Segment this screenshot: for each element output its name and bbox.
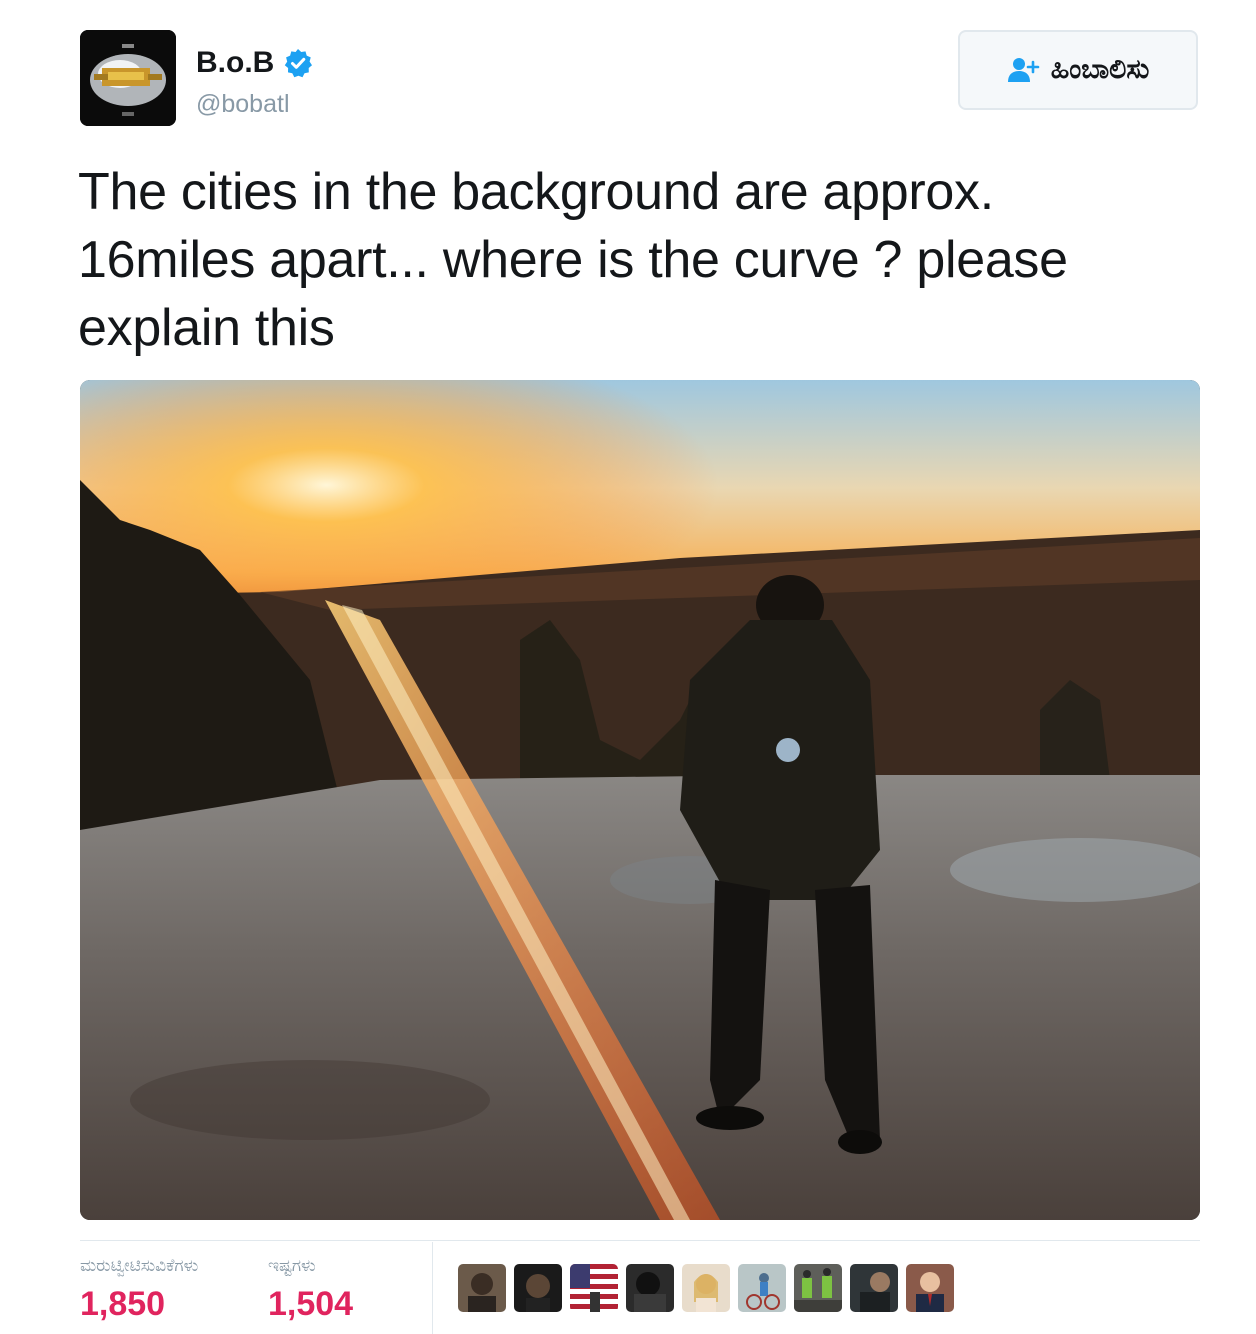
flag-avatar-icon [570,1264,618,1312]
favoriters-list [458,1264,954,1312]
sunset-photo-icon [80,380,1200,1220]
user-handle[interactable]: @bobatl [196,88,290,120]
favoriter-avatar[interactable] [850,1264,898,1312]
profile-avatar[interactable] [80,30,176,126]
favoriter-avatar[interactable] [570,1264,618,1312]
tweet-photo[interactable] [80,380,1200,1220]
stats-divider [80,1240,1200,1241]
likes-label[interactable]: ಇಷ್ಟಗಳು [268,1256,316,1276]
display-name-row[interactable]: B.o.B [196,44,314,82]
follow-button-label: ಹಿಂಬಾಲಿಸು [1050,54,1150,85]
user-avatar-icon [682,1264,730,1312]
user-avatar-icon [626,1264,674,1312]
user-avatar-icon [738,1264,786,1312]
favoriter-avatar[interactable] [458,1264,506,1312]
user-avatar-icon [850,1264,898,1312]
follow-button[interactable]: ಹಿಂಬಾಲಿಸು [958,30,1198,110]
retweets-label[interactable]: ಮರುಟ್ವೀಟಿಸುವಿಕೆಗಳು [80,1256,198,1276]
tweet-text: The cities in the background are approx.… [78,163,1068,357]
retweets-count[interactable]: 1,850 [80,1284,165,1324]
display-name[interactable]: B.o.B [196,44,274,82]
user-avatar-icon [514,1264,562,1312]
favoriter-avatar[interactable] [738,1264,786,1312]
favoriter-avatar[interactable] [514,1264,562,1312]
favoriter-avatar[interactable] [794,1264,842,1312]
likes-count[interactable]: 1,504 [268,1284,353,1324]
user-avatar-icon [906,1264,954,1312]
stats-vertical-divider [432,1242,433,1334]
favoriter-avatar[interactable] [906,1264,954,1312]
favoriter-avatar[interactable] [626,1264,674,1312]
add-user-icon [1007,58,1039,82]
verified-badge-icon [285,49,313,78]
favoriter-avatar[interactable] [682,1264,730,1312]
user-avatar-icon [794,1264,842,1312]
user-avatar-icon [458,1264,506,1312]
album-cover-avatar-icon [80,30,176,126]
